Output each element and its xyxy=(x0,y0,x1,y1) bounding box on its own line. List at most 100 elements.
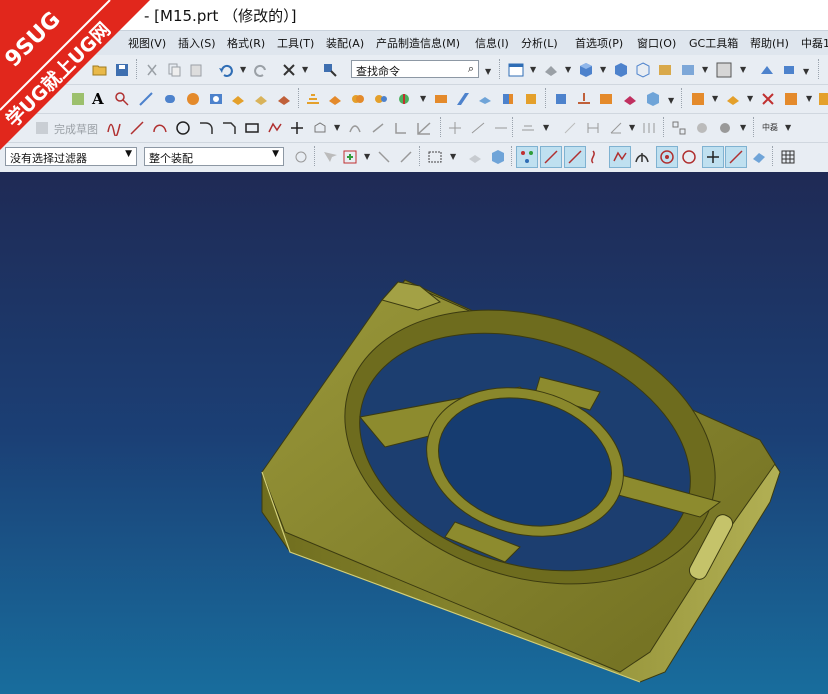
component-pattern-icon[interactable] xyxy=(817,91,828,107)
assembly-add-icon[interactable] xyxy=(690,91,706,107)
rectangle-icon[interactable] xyxy=(244,120,260,136)
toolbar-grip[interactable] xyxy=(136,59,140,79)
sketch-tools-icon[interactable] xyxy=(694,120,710,136)
boss-icon[interactable] xyxy=(230,91,246,107)
delete-face-icon[interactable] xyxy=(645,91,661,107)
chamfer-icon[interactable] xyxy=(327,91,343,107)
select-all-icon[interactable] xyxy=(321,149,337,165)
mate-component-icon[interactable] xyxy=(725,91,741,107)
paste-icon[interactable] xyxy=(188,62,204,78)
pad-icon[interactable] xyxy=(276,91,292,107)
revolve-icon[interactable] xyxy=(185,91,201,107)
toolbar-grip[interactable] xyxy=(818,59,822,79)
circle-icon[interactable] xyxy=(175,120,191,136)
view-orient-icon[interactable] xyxy=(543,62,559,78)
render-dropdown-icon[interactable]: ▼ xyxy=(600,65,606,74)
graphics-viewport[interactable] xyxy=(0,172,828,694)
assembly-dropdown-icon[interactable]: ▼ xyxy=(712,94,718,103)
move-component-icon[interactable] xyxy=(759,62,775,78)
select-body-icon[interactable] xyxy=(467,149,483,165)
snap-dropdown-icon[interactable]: ▼ xyxy=(803,67,809,76)
draft-icon[interactable] xyxy=(455,91,471,107)
intersect-icon[interactable] xyxy=(396,91,412,107)
assembly-scope-select[interactable]: 整个装配 ▼ xyxy=(144,147,284,166)
hole-icon[interactable] xyxy=(208,91,224,107)
select-face-icon[interactable] xyxy=(490,149,506,165)
texture-dropdown-icon[interactable]: ▼ xyxy=(702,65,708,74)
dim-dropdown-icon[interactable]: ▼ xyxy=(629,123,635,132)
selection-priority-icon[interactable] xyxy=(293,149,309,165)
toolbar-grip[interactable] xyxy=(419,146,423,166)
toolbar-grip[interactable] xyxy=(681,88,685,108)
point-icon[interactable] xyxy=(289,120,305,136)
arc-center-icon[interactable] xyxy=(634,149,650,165)
mate-dropdown-icon[interactable]: ▼ xyxy=(747,94,753,103)
search-dropdown-icon[interactable]: ▼ xyxy=(485,67,491,76)
selection-filter-select[interactable]: 没有选择过滤器 ▼ xyxy=(5,147,137,166)
quadrant-point-icon[interactable] xyxy=(681,149,697,165)
menu-gc-toolbox[interactable]: GC工具箱 xyxy=(689,35,738,51)
texture-icon[interactable] xyxy=(680,62,696,78)
menu-help[interactable]: 帮助(H) xyxy=(750,35,789,51)
zhonglei-label[interactable]: 中磊 xyxy=(762,122,778,133)
sketch-dropdown-icon[interactable]: ▼ xyxy=(740,123,746,132)
auto-constrain-icon[interactable] xyxy=(493,120,509,136)
polygon-icon[interactable] xyxy=(267,120,283,136)
view-orient-dropdown-icon[interactable]: ▼ xyxy=(565,65,571,74)
split-body-icon[interactable] xyxy=(523,91,539,107)
constraint-dropdown-icon[interactable]: ▼ xyxy=(543,123,549,132)
offset-curve-icon[interactable] xyxy=(312,120,328,136)
select-feature-icon[interactable] xyxy=(342,149,358,165)
zhonglei-dropdown-icon[interactable]: ▼ xyxy=(785,123,791,132)
grid-icon[interactable] xyxy=(70,91,86,107)
quick-extend-icon[interactable] xyxy=(370,120,386,136)
copy-icon[interactable] xyxy=(166,62,182,78)
wave-dropdown-icon[interactable]: ▼ xyxy=(806,94,812,103)
make-corner-icon[interactable] xyxy=(393,120,409,136)
text-icon[interactable]: A xyxy=(92,90,108,108)
menu-preferences[interactable]: 首选项(P) xyxy=(575,35,623,51)
quick-trim-icon[interactable] xyxy=(347,120,363,136)
color-dropdown-icon[interactable]: ▼ xyxy=(740,65,746,74)
wave-link-icon[interactable] xyxy=(783,91,799,107)
part-model[interactable] xyxy=(0,172,828,694)
menu-window[interactable]: 窗口(O) xyxy=(637,35,676,51)
dimension-constraint-icon[interactable] xyxy=(470,120,486,136)
command-finder-icon[interactable] xyxy=(322,62,338,78)
blend-icon[interactable] xyxy=(305,91,321,107)
pocket-icon[interactable] xyxy=(253,91,269,107)
menu-analysis[interactable]: 分析(L) xyxy=(521,35,558,51)
toolbar-grip[interactable] xyxy=(499,59,503,79)
pull-face-icon[interactable] xyxy=(576,91,592,107)
menu-tools[interactable]: 工具(T) xyxy=(277,35,314,51)
menu-information[interactable]: 信息(I) xyxy=(475,35,509,51)
parallel-dim-icon[interactable] xyxy=(641,120,657,136)
undo-icon[interactable] xyxy=(218,62,234,78)
toolbar-grip[interactable] xyxy=(512,117,516,137)
toolbar-grip[interactable] xyxy=(440,117,444,137)
explode-icon[interactable] xyxy=(760,91,776,107)
menu-format[interactable]: 格式(R) xyxy=(227,35,265,51)
cube-icon[interactable] xyxy=(613,62,629,78)
derived-line-icon[interactable] xyxy=(416,120,432,136)
menu-insert[interactable]: 插入(S) xyxy=(178,35,216,51)
fillet-icon[interactable] xyxy=(198,120,214,136)
snap-view-icon[interactable] xyxy=(781,62,797,78)
toolbar-grip[interactable] xyxy=(511,146,515,166)
toolbar-grip[interactable] xyxy=(772,146,776,166)
menu-zhonglei[interactable]: 中磊1 xyxy=(801,35,828,51)
toolbar-grip[interactable] xyxy=(663,117,667,137)
profile-icon[interactable] xyxy=(106,120,122,136)
point-on-face-icon[interactable] xyxy=(751,149,767,165)
sync-dropdown-icon[interactable]: ▼ xyxy=(668,96,674,105)
toolbar-grip[interactable] xyxy=(753,117,757,137)
undo-dropdown-icon[interactable]: ▼ xyxy=(240,65,246,74)
line-icon[interactable] xyxy=(129,120,145,136)
selection-intent-icon[interactable] xyxy=(376,149,392,165)
layer-dropdown-icon[interactable]: ▼ xyxy=(530,65,536,74)
redo-icon[interactable] xyxy=(253,62,269,78)
replace-face-icon[interactable] xyxy=(598,91,614,107)
tangent-select-icon[interactable] xyxy=(398,149,414,165)
material-icon[interactable] xyxy=(657,62,673,78)
arc-icon[interactable] xyxy=(152,120,168,136)
